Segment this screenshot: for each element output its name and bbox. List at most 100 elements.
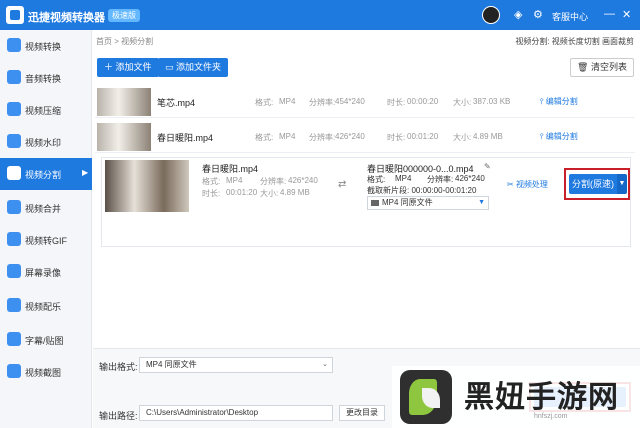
output-format-value: MP4 同原文件 <box>382 198 433 207</box>
output-path-value: C:\Users\Administrator\Desktop <box>146 408 259 417</box>
format-label: 格式: <box>202 177 221 186</box>
size-value: 4.89 MB <box>280 188 310 197</box>
chevron-down-icon: ⌄ <box>322 361 328 368</box>
resolution-value: 454*240 <box>335 97 365 106</box>
settings-icon[interactable]: ⚙ <box>533 8 543 21</box>
list-item[interactable]: 春日暖阳.mp4 格式: MP4 分辨率: 426*240 时长: 00:01:… <box>95 121 635 153</box>
format-value: MP4 <box>226 176 243 185</box>
resolution-label: 分辨率: <box>309 133 336 142</box>
chevron-right-icon: ▶ <box>82 168 89 177</box>
video-preview-thumbnail[interactable] <box>105 160 189 212</box>
sidebar-item-audio-convert[interactable]: 音频转换 <box>0 62 92 94</box>
duration-label: 时长: <box>387 133 406 142</box>
output-path-field[interactable]: C:\Users\Administrator\Desktop <box>139 405 333 421</box>
video-convert-icon <box>7 38 21 52</box>
add-file-label: 添加文件 <box>115 62 152 72</box>
clear-list-button[interactable]: 🗑 清空列表 <box>570 58 634 77</box>
watermark: 黑妞手游网 hnfszj.com <box>392 366 640 428</box>
format-label: 格式: <box>367 175 386 184</box>
split-button[interactable]: 分割(原速) <box>569 174 617 194</box>
split-detail-row: 春日暖阳.mp4 格式: MP4 分辨率: 426*240 时长: 00:01:… <box>101 157 631 247</box>
sidebar-item-video-gif[interactable]: 视频转GIF <box>0 224 92 256</box>
sidebar-item-video-screenshot[interactable]: 视频截图 <box>0 356 92 388</box>
breadcrumb: 首页 > 视频分割 <box>96 37 154 46</box>
format-label: 格式: <box>255 133 274 142</box>
split-dropdown-button[interactable]: ▼ <box>617 174 627 194</box>
video-processing-link[interactable]: ✂ 视频处理 <box>507 179 548 190</box>
add-file-button[interactable]: ＋ 添加文件 <box>97 58 159 77</box>
file-name: 春日暖阳.mp4 <box>157 133 214 143</box>
output-format-value: MP4 同原文件 <box>146 360 197 369</box>
sidebar-item-video-music[interactable]: 视频配乐 <box>0 290 92 322</box>
video-gif-icon <box>7 232 21 246</box>
sidebar-item-label: 音频转换 <box>25 74 62 84</box>
format-label: 格式: <box>255 98 274 107</box>
edit-split-link[interactable]: ⫯ 编辑分割 <box>540 131 578 142</box>
size-label: 大小: <box>453 98 472 107</box>
sidebar-item-video-watermark[interactable]: 视频水印 <box>0 126 92 158</box>
video-watermark-icon <box>7 134 21 148</box>
sidebar: 视频转换 音频转换 视频压缩 视频水印 视频分割 ▶ 视频合并 视频转GIF 屏幕… <box>0 30 92 428</box>
format-value: MP4 <box>279 97 296 106</box>
file-name: 笔芯.mp4 <box>157 98 196 108</box>
close-icon[interactable]: ✕ <box>622 8 631 21</box>
video-merge-icon <box>7 200 21 214</box>
output-format-label: 输出格式: <box>99 362 138 372</box>
video-compress-icon <box>7 102 21 116</box>
screen-record-icon <box>7 264 21 278</box>
watermark-text: 黑妞手游网 <box>464 380 619 415</box>
avatar[interactable] <box>482 6 500 24</box>
sidebar-item-video-convert[interactable]: 视频转换 <box>0 30 92 62</box>
sidebar-item-video-split[interactable]: 视频分割 ▶ <box>0 158 92 190</box>
sidebar-item-screen-record[interactable]: 屏幕录像 <box>0 256 92 288</box>
video-thumbnail <box>97 123 151 151</box>
watermark-logo-icon <box>400 370 452 424</box>
pencil-icon[interactable]: ✎ <box>484 162 491 171</box>
sidebar-item-video-merge[interactable]: 视频合并 <box>0 192 92 224</box>
size-label: 大小: <box>453 133 472 142</box>
minimize-icon[interactable]: — <box>604 8 615 20</box>
sidebar-item-label: 视频合并 <box>25 204 62 214</box>
shuffle-icon: ⇄ <box>338 179 347 190</box>
split-button-group: 分割(原速) ▼ <box>564 168 630 200</box>
resolution-value: 426*240 <box>288 176 318 185</box>
split-mode-tabs[interactable]: 视频分割: 视频长度切割 画面裁剪 <box>515 36 634 47</box>
sidebar-item-label: 视频截图 <box>25 368 62 378</box>
resolution-value: 426*240 <box>455 174 485 183</box>
size-label: 大小: <box>260 189 279 198</box>
duration-value: 00:01:20 <box>226 188 258 197</box>
change-directory-button[interactable]: 更改目录 <box>339 405 385 421</box>
duration-value: 00:01:20 <box>407 132 439 141</box>
duration-label: 时长: <box>202 189 221 198</box>
edit-split-label: 编辑分割 <box>545 132 578 141</box>
sidebar-item-label: 视频配乐 <box>25 302 62 312</box>
output-path-label: 输出路径: <box>99 411 138 421</box>
edit-split-label: 编辑分割 <box>545 97 578 106</box>
sidebar-item-label: 视频分割 <box>25 170 62 180</box>
sidebar-item-subtitle[interactable]: 字幕/贴图 <box>0 324 92 356</box>
format-value: MP4 <box>395 174 412 183</box>
audio-convert-icon <box>7 70 21 84</box>
output-format-select[interactable]: MP4 同原文件 ▼ <box>367 196 489 210</box>
add-folder-button[interactable]: ▭ 添加文件夹 <box>158 58 229 77</box>
title-bar: 迅捷视频转换器 极速版 ◈ ⚙ 客服中心 — ✕ <box>0 0 640 30</box>
video-screenshot-icon <box>7 364 21 378</box>
sidebar-item-label: 视频转换 <box>25 42 62 52</box>
size-value: 387.03 KB <box>473 97 511 106</box>
output-format-select[interactable]: MP4 同原文件 ⌄ <box>139 357 333 373</box>
video-processing-label: 视频处理 <box>515 180 548 189</box>
edit-split-link[interactable]: ⫯ 编辑分割 <box>540 96 578 107</box>
video-music-icon <box>7 298 21 312</box>
format-value: MP4 <box>279 132 296 141</box>
subtitle-icon <box>7 332 21 346</box>
clear-list-label: 清空列表 <box>590 62 627 72</box>
vip-icon[interactable]: ◈ <box>514 8 522 21</box>
sidebar-item-video-compress[interactable]: 视频压缩 <box>0 94 92 126</box>
service-center-link[interactable]: 客服中心 <box>552 10 588 23</box>
edition-badge: 极速版 <box>108 9 140 22</box>
size-value: 4.89 MB <box>473 132 503 141</box>
list-item[interactable]: 笔芯.mp4 格式: MP4 分辨率: 454*240 时长: 00:00:20… <box>95 86 635 118</box>
source-file-name: 春日暖阳.mp4 <box>202 164 259 174</box>
app-logo-icon <box>6 6 24 24</box>
video-split-icon <box>7 166 21 180</box>
